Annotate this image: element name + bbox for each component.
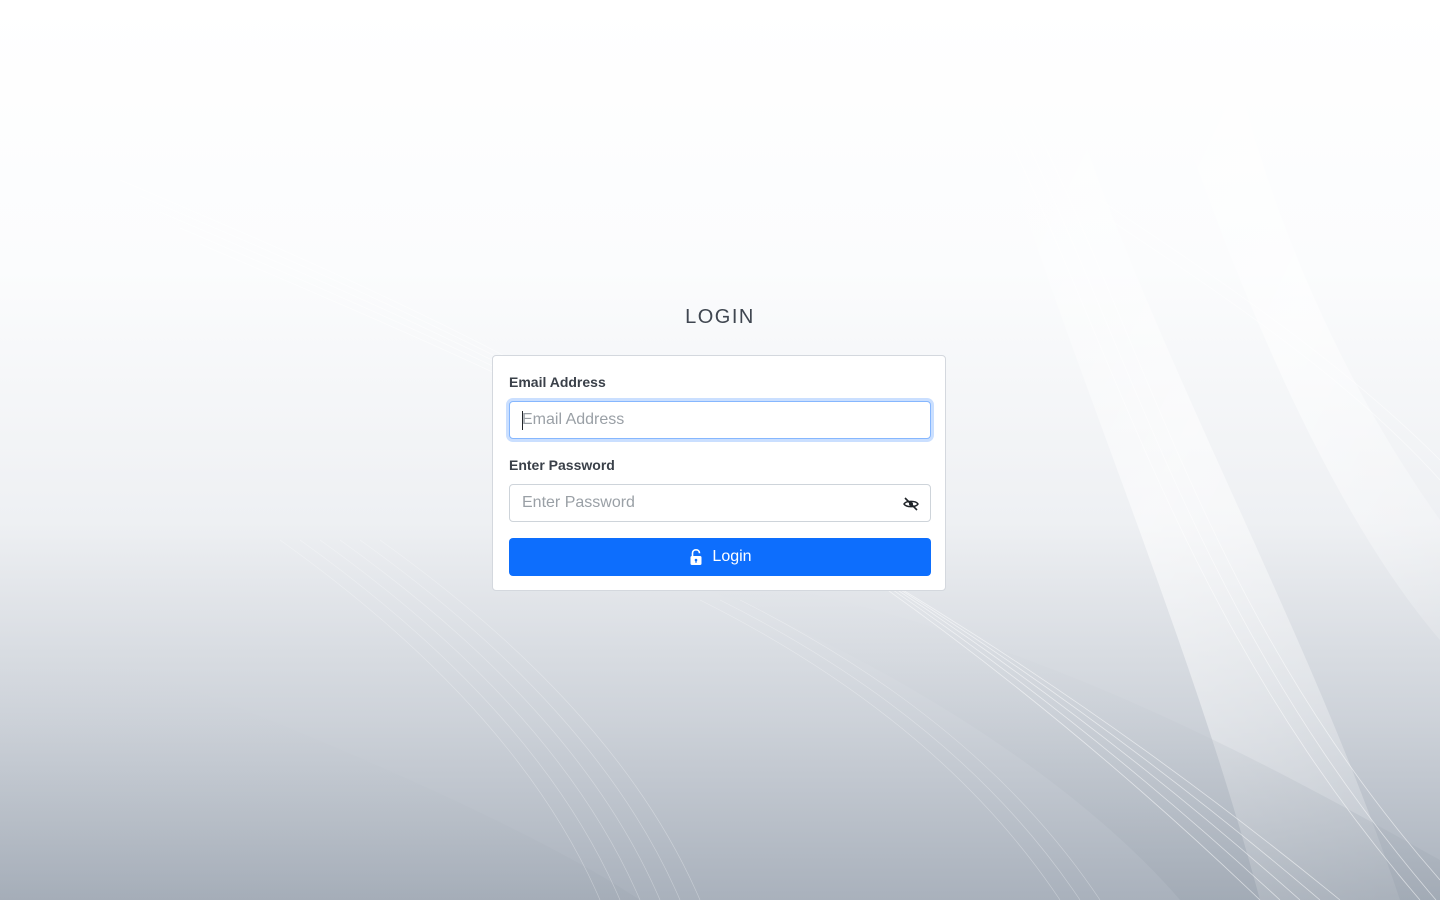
password-field-wrapper[interactable] (509, 484, 931, 522)
login-button[interactable]: Login (509, 538, 931, 576)
password-label: Enter Password (509, 457, 615, 473)
email-label: Email Address (509, 374, 606, 390)
login-button-label: Login (712, 548, 752, 565)
text-caret (522, 411, 523, 430)
page-title: LOGIN (685, 306, 755, 328)
email-input[interactable] (510, 402, 930, 438)
eye-slash-icon[interactable] (902, 495, 920, 513)
email-field-wrapper[interactable] (509, 401, 931, 439)
password-input[interactable] (510, 485, 930, 521)
login-card: Email Address Enter Password Login (492, 355, 946, 591)
unlock-icon (688, 548, 704, 566)
